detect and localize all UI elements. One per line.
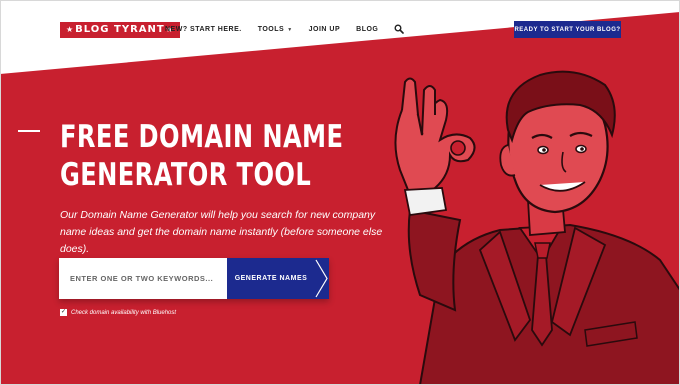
- generate-names-button[interactable]: GENERATE NAMES: [227, 258, 329, 299]
- generate-names-label: GENERATE NAMES: [234, 275, 308, 282]
- hero-accent-dash: [18, 130, 40, 132]
- start-blog-button[interactable]: READY TO START YOUR BLOG?: [514, 21, 621, 38]
- page-title-line-2: GENERATOR TOOL: [60, 157, 312, 193]
- page-title-line-1: FREE DOMAIN NAME: [60, 119, 344, 155]
- bluehost-checkbox-label[interactable]: Check domain availability with Bluehost: [71, 310, 176, 316]
- hero-description: Our Domain Name Generator will help you …: [60, 209, 383, 255]
- nav-item-tools[interactable]: TOOLS ▼: [258, 26, 293, 33]
- nav-item-start-here[interactable]: NEW? START HERE.: [165, 26, 242, 33]
- domain-search-form: GENERATE NAMES: [59, 258, 329, 299]
- businessman-ok-gesture-illustration: [394, 70, 680, 385]
- site-logo[interactable]: ★ BLOG TYRANT ★: [60, 22, 180, 38]
- search-icon[interactable]: [394, 24, 405, 34]
- top-navigation: ★ BLOG TYRANT ★ NEW? START HERE. TOOLS ▼ …: [0, 0, 680, 60]
- nav-item-blog[interactable]: BLOG: [356, 26, 378, 33]
- bluehost-checkbox[interactable]: ✓: [60, 309, 67, 316]
- logo-text: BLOG TYRANT: [75, 24, 165, 35]
- keyword-input[interactable]: [59, 258, 227, 299]
- page-title: FREE DOMAIN NAME GENERATOR TOOL: [60, 118, 344, 194]
- chevron-down-icon: ▼: [287, 26, 293, 33]
- nav-links: NEW? START HERE. TOOLS ▼ JOIN UP BLOG: [165, 24, 405, 34]
- arrow-point-icon: [313, 258, 329, 299]
- bluehost-check-row: ✓ Check domain availability with Bluehos…: [60, 309, 176, 316]
- nav-item-join-up[interactable]: JOIN UP: [309, 26, 341, 33]
- nav-item-tools-label: TOOLS: [257, 25, 285, 33]
- logo-star-left: ★: [66, 25, 75, 34]
